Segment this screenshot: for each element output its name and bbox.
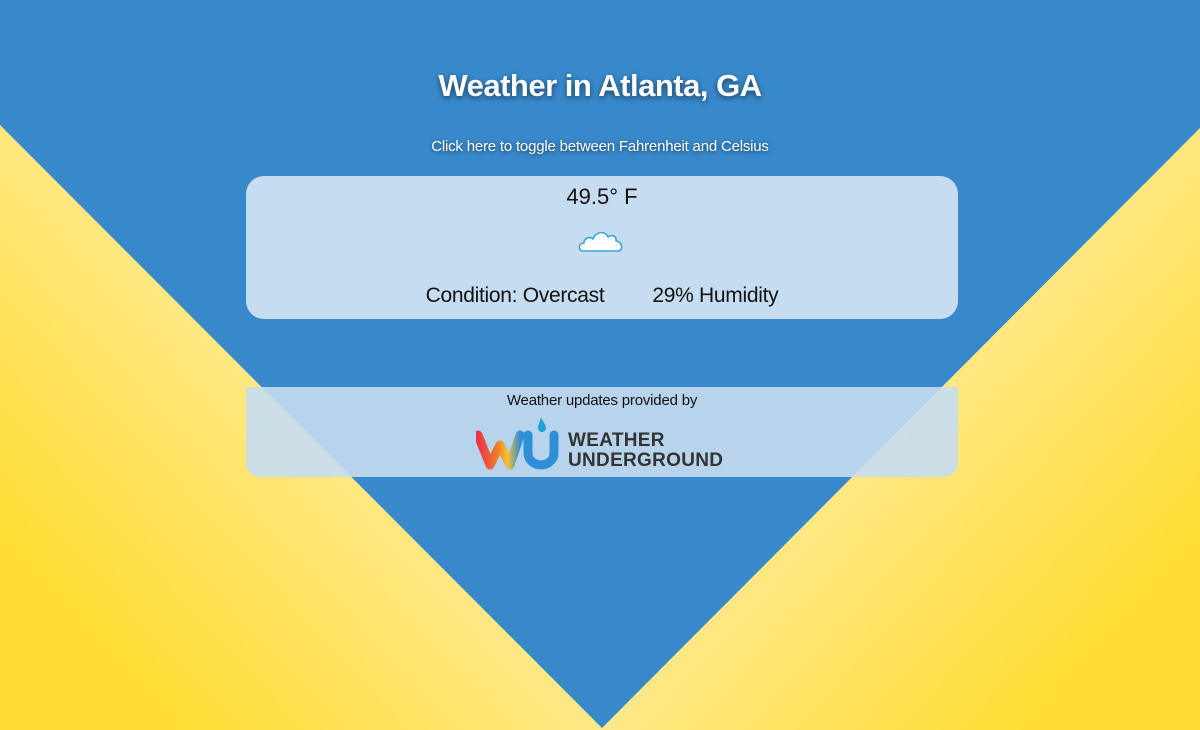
page-title: Weather in Atlanta, GA <box>438 68 762 103</box>
temperature: 49.5° F <box>566 184 638 209</box>
cloud-icon <box>578 231 623 252</box>
condition-text: Condition: Overcast <box>425 284 605 307</box>
provider-card: Weather updates provided by WEATHER UNDE… <box>246 387 958 477</box>
weather-card: 49.5° F Condition: Overcast 29% Humidity <box>246 176 958 319</box>
humidity-text: 29% Humidity <box>652 284 779 307</box>
weather-page: Weather in Atlanta, GA Click here to tog… <box>0 0 1200 730</box>
wu-wordmark: WEATHER UNDERGROUND <box>568 431 723 471</box>
weather-details: Condition: Overcast 29% Humidity <box>246 284 958 308</box>
wu-wordmark-line2: UNDERGROUND <box>568 450 724 471</box>
unit-toggle-link[interactable]: Click here to toggle between Fahrenheit … <box>0 138 1200 155</box>
wu-wordmark-line1: WEATHER <box>568 430 665 451</box>
provider-label: Weather updates provided by <box>506 392 698 409</box>
wu-mark-icon <box>473 417 559 470</box>
weather-underground-logo[interactable]: WEATHER UNDERGROUND <box>473 415 731 471</box>
